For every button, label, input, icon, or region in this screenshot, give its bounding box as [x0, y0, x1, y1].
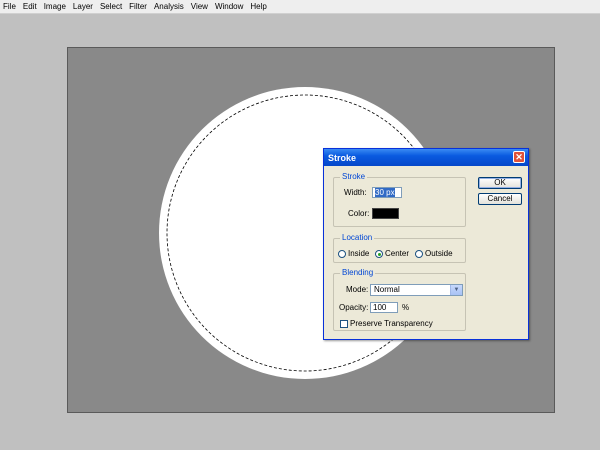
menu-help[interactable]: Help	[247, 1, 270, 13]
menu-image[interactable]: Image	[41, 1, 70, 13]
stroke-dialog: Stroke ✕ Stroke Width: 30 px Color: Loca…	[323, 148, 529, 340]
dialog-title: Stroke	[328, 152, 357, 163]
menu-analysis[interactable]: Analysis	[151, 1, 188, 13]
radio-center[interactable]	[375, 250, 383, 258]
opacity-unit: %	[402, 303, 410, 312]
menu-select[interactable]: Select	[97, 1, 126, 13]
mode-select[interactable]: Normal ▼	[370, 284, 463, 296]
location-group: Location Inside Center Outside	[333, 232, 466, 263]
mode-value: Normal	[374, 285, 400, 294]
menu-filter[interactable]: Filter	[126, 1, 151, 13]
stroke-group-legend: Stroke	[340, 171, 368, 183]
opacity-label: Opacity:	[339, 303, 369, 312]
blending-group: Blending Mode: Normal ▼ Opacity: 100 % P…	[333, 267, 466, 331]
color-swatch[interactable]	[372, 208, 399, 219]
width-value: 30 px	[375, 188, 395, 197]
radio-outside[interactable]	[415, 250, 423, 258]
radio-inside[interactable]	[338, 250, 346, 258]
width-input[interactable]: 30 px	[372, 187, 402, 198]
color-label: Color:	[348, 209, 370, 218]
width-label: Width:	[344, 188, 367, 197]
menu-layer[interactable]: Layer	[70, 1, 97, 13]
menu-view[interactable]: View	[188, 1, 212, 13]
preserve-transparency-checkbox[interactable]	[340, 320, 348, 328]
radio-outside-label: Outside	[425, 249, 453, 258]
radio-inside-label: Inside	[348, 249, 370, 258]
ok-button[interactable]: OK	[478, 177, 522, 189]
chevron-down-icon[interactable]: ▼	[450, 285, 462, 295]
radio-center-label: Center	[385, 249, 410, 258]
cancel-button[interactable]: Cancel	[478, 193, 522, 205]
preserve-transparency-label: Preserve Transparency	[350, 319, 433, 328]
opacity-value: 100	[373, 303, 387, 312]
menu-bar: File Edit Image Layer Select Filter Anal…	[0, 0, 600, 14]
close-icon[interactable]: ✕	[513, 151, 525, 163]
stroke-group: Stroke Width: 30 px Color:	[333, 171, 466, 227]
mode-label: Mode:	[346, 285, 369, 294]
location-group-legend: Location	[340, 232, 375, 244]
menu-file[interactable]: File	[0, 1, 20, 13]
dialog-title-bar[interactable]: Stroke ✕	[324, 149, 528, 166]
menu-edit[interactable]: Edit	[20, 1, 41, 13]
blending-group-legend: Blending	[340, 267, 376, 279]
opacity-input[interactable]: 100	[370, 302, 398, 313]
menu-window[interactable]: Window	[212, 1, 247, 13]
